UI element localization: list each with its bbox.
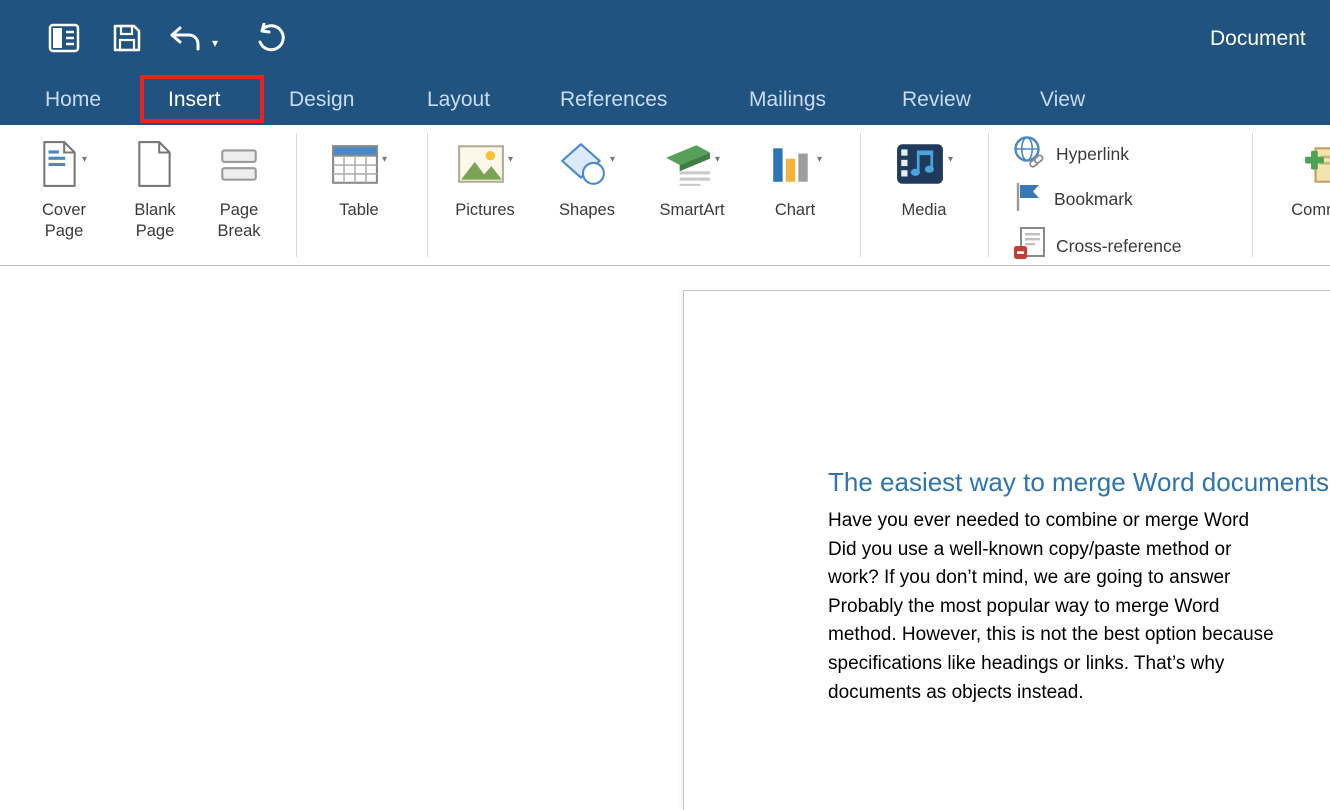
page-break-label: Page Break [203,200,275,242]
undo-icon[interactable] [168,26,202,59]
tab-design[interactable]: Design [289,88,354,112]
bookmark-icon [1012,181,1044,218]
bookmark-label: Bookmark [1054,189,1133,210]
media-icon [895,142,945,191]
cover-page-button[interactable]: ▾ Cover Page [24,137,104,242]
chevron-down-icon[interactable]: ▾ [610,154,615,165]
table-label: Table [339,200,378,221]
save-icon[interactable] [112,23,142,58]
new-comment-icon [1303,142,1330,191]
document-text-line: work? If you don’t mind, we are going to… [828,564,1330,593]
document-page[interactable]: The easiest way to merge Word documents … [683,290,1330,810]
tab-insert[interactable]: Insert [168,88,221,112]
chevron-down-icon[interactable]: ▾ [508,154,513,165]
document-title: Document [1210,27,1306,51]
bookmark-button[interactable]: Bookmark [1012,181,1133,218]
chevron-down-icon[interactable]: ▾ [382,154,387,165]
hyperlink-label: Hyperlink [1056,144,1129,165]
table-button[interactable]: ▾ Table [316,137,402,221]
tab-mailings[interactable]: Mailings [749,88,826,112]
tab-references[interactable]: References [560,88,667,112]
media-label: Media [902,200,947,221]
title-bar: ▾ Document Home Insert Design Layout Ref… [0,0,1330,125]
smartart-icon [664,142,712,191]
comment-button[interactable]: Comment [1272,137,1330,221]
shapes-label: Shapes [559,200,615,221]
tab-review[interactable]: Review [902,88,971,112]
group-divider [860,133,861,257]
media-button[interactable]: ▾ Media [882,137,966,221]
shapes-icon [559,142,607,191]
pictures-icon [457,143,505,190]
tab-view[interactable]: View [1040,88,1085,112]
document-heading: The easiest way to merge Word documents [828,467,1330,498]
undo-dropdown-caret-icon[interactable]: ▾ [212,37,218,49]
comment-label: Comment [1291,200,1330,221]
tab-home[interactable]: Home [45,88,101,112]
document-text-line: specifications like headings or links. T… [828,650,1330,679]
group-divider [427,133,428,257]
chart-label: Chart [775,200,815,221]
hyperlink-button[interactable]: Hyperlink [1012,135,1129,173]
pictures-button[interactable]: ▾ Pictures [440,137,530,221]
document-text-line: documents as objects instead. [828,679,1330,708]
document-canvas: The easiest way to merge Word documents … [0,266,1330,704]
smartart-button[interactable]: ▾ SmartArt [646,137,738,221]
page-break-icon [218,141,260,192]
ribbon: ▾ Cover Page Blank Page Page Break [0,125,1330,266]
chevron-down-icon[interactable]: ▾ [817,154,822,165]
cross-reference-icon [1012,226,1046,266]
tab-layout[interactable]: Layout [427,88,490,112]
document-text-line: Did you use a well-known copy/paste meth… [828,536,1330,565]
smartart-label: SmartArt [659,200,724,221]
cover-page-icon [41,141,79,192]
cross-reference-button[interactable]: Cross-reference [1012,226,1181,266]
chevron-down-icon[interactable]: ▾ [715,154,720,165]
blank-page-label: Blank Page [119,200,191,242]
document-text-line: method. However, this is not the best op… [828,621,1330,650]
shapes-button[interactable]: ▾ Shapes [546,137,628,221]
chart-icon [768,142,814,191]
document-text-line: Probably the most popular way to merge W… [828,593,1330,622]
pictures-label: Pictures [455,200,515,221]
chevron-down-icon[interactable]: ▾ [948,154,953,165]
page-break-button[interactable]: Page Break [200,137,278,242]
group-divider [1252,133,1253,257]
layout-panel-icon[interactable] [48,23,80,58]
chevron-down-icon[interactable]: ▾ [82,154,87,165]
chart-button[interactable]: ▾ Chart [756,137,834,221]
blank-page-button[interactable]: Blank Page [118,137,192,242]
document-text-line: Have you ever needed to combine or merge… [828,507,1330,536]
group-divider [988,133,989,257]
hyperlink-icon [1012,135,1046,173]
blank-page-icon [136,141,174,192]
cross-reference-label: Cross-reference [1056,236,1181,257]
group-divider [296,133,297,257]
cover-page-label: Cover Page [28,200,100,242]
redo-icon[interactable] [255,23,285,60]
table-icon [331,142,379,191]
